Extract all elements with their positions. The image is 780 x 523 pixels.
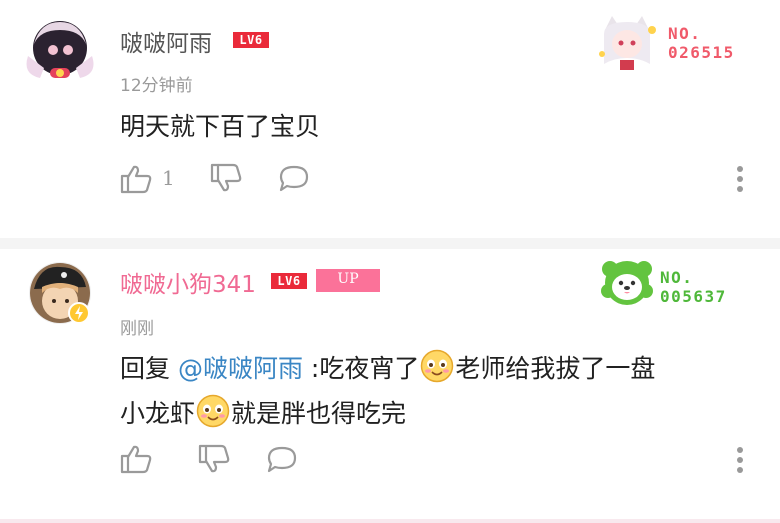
grin-emoji-icon [196, 394, 230, 428]
reply-text: 就是胖也得吃完 [231, 399, 407, 428]
comment-item: 啵啵阿雨 LV6 12分钟前 明天就下百了宝贝 NO. 026515 1 [0, 0, 780, 238]
like-icon[interactable] [120, 444, 152, 474]
fan-badge[interactable]: NO. 026515 [596, 14, 766, 72]
reply-icon[interactable] [278, 164, 310, 192]
divider [0, 238, 780, 249]
reply-icon[interactable] [266, 445, 298, 473]
fan-badge[interactable]: NO. 005637 [600, 257, 770, 315]
more-options-icon[interactable] [735, 447, 745, 477]
reply-text: 小龙虾 [120, 399, 196, 428]
like-count: 1 [162, 166, 175, 190]
badge-number: 005637 [660, 287, 727, 306]
badge-character-icon [599, 16, 656, 70]
dislike-icon[interactable] [210, 163, 242, 193]
comment-text: 明天就下百了宝贝 [120, 112, 321, 141]
avatar[interactable] [20, 16, 96, 84]
grin-emoji-icon [421, 349, 454, 383]
more-options-icon[interactable] [735, 166, 745, 196]
mention-link[interactable]: @啵啵阿雨 [178, 354, 303, 383]
badge-no-label: NO. [668, 24, 702, 43]
verified-icon [68, 302, 90, 324]
timestamp: 刚刚 [120, 319, 154, 339]
dislike-icon[interactable] [198, 444, 230, 474]
bottom-divider [0, 519, 780, 523]
like-icon[interactable] [120, 164, 152, 194]
comment-item: 啵啵小狗341 LV6 UP 刚刚 回复 @啵啵阿雨 :吃夜宵了 老师给我拔了一… [0, 249, 780, 523]
level-badge: LV6 [233, 32, 269, 48]
reply-text: :吃夜宵了 [302, 354, 420, 383]
username[interactable]: 啵啵阿雨 [120, 24, 212, 58]
badge-no-label: NO. [660, 268, 694, 287]
timestamp: 12分钟前 [120, 76, 193, 96]
reply-prefix: 回复 [120, 354, 178, 383]
up-tag: UP [316, 269, 380, 292]
badge-number: 026515 [668, 43, 735, 62]
username[interactable]: 啵啵小狗341 [120, 265, 256, 299]
badge-dog-icon [601, 261, 653, 305]
comment-text: 回复 @啵啵阿雨 :吃夜宵了 老师给我拔了一盘小龙虾 就是胖也得吃完 [120, 346, 760, 436]
level-badge: LV6 [271, 273, 307, 289]
reply-text: 老师给我拔了一盘 [455, 354, 656, 383]
